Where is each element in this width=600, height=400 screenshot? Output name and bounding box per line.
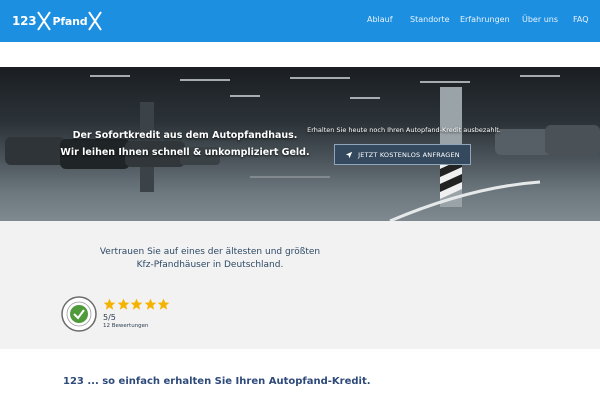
x-logo-icon [37,11,52,31]
trust-seal-icon[interactable] [61,296,97,332]
trust-text-line1: Vertrauen Sie auf eines der ältesten und… [99,247,321,257]
site-header: 123 Pfand Ablauf Standorte Erfahrungen Ü… [0,0,600,42]
nav-ablauf[interactable]: Ablauf [367,15,393,24]
star-icon [157,298,170,310]
nav-ueber-uns[interactable]: Über uns [522,15,558,24]
hero-headline-line1: Der Sofortkredit aus dem Autopfandhaus. [72,130,298,141]
trust-text-line2: Kfz-Pfandhäuser in Deutschland. [136,260,284,270]
rating-value: 5/5 [103,313,116,322]
logo-word: Pfand [52,14,88,28]
star-icon [103,298,116,310]
nav-faq[interactable]: FAQ [573,15,589,24]
star-icon [117,298,129,310]
hero-subtext: Erhalten Sie heute noch Ihren Autopfand-… [307,126,501,134]
nav-standorte[interactable]: Standorte [410,15,450,24]
nav-erfahrungen[interactable]: Erfahrungen [460,15,510,24]
send-icon [345,151,353,158]
request-button[interactable]: JETZT KOSTENLOS ANFRAGEN [334,144,471,165]
steps-heading: 123 ... so einfach erhalten Sie Ihren Au… [63,376,371,387]
x-logo-icon [88,11,103,31]
star-icon [130,298,143,310]
star-icon [144,298,156,310]
rating-stars [103,298,171,311]
logo-number: 123 [12,14,37,28]
trust-text: Vertrauen Sie auf eines der ältesten und… [95,246,325,272]
hero-headline: Der Sofortkredit aus dem Autopfandhaus. … [60,127,310,161]
request-button-label: JETZT KOSTENLOS ANFRAGEN [358,150,460,159]
review-count[interactable]: 12 Bewertungen [103,323,149,329]
hero-headline-line2: Wir leihen Ihnen schnell & unkompliziert… [60,147,310,158]
brand-logo[interactable]: 123 Pfand [12,10,103,32]
